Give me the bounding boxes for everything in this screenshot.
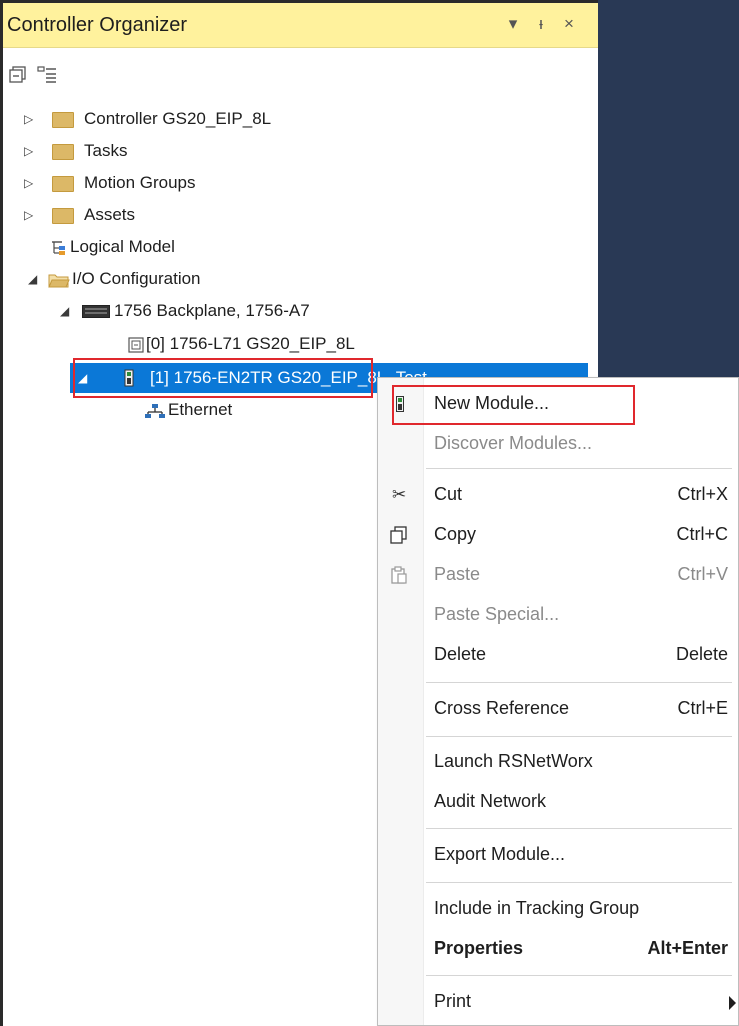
context-menu: New Module... Discover Modules... ✂ Cut … xyxy=(377,377,739,1026)
menu-item-launch-rsnetworx[interactable]: Launch RSNetWorx xyxy=(378,746,738,778)
menu-item-export-module[interactable]: Export Module... xyxy=(378,839,738,871)
menu-item-label: Properties xyxy=(434,938,524,958)
tree-item-label: Logical Model xyxy=(70,237,175,256)
menu-separator xyxy=(426,882,732,883)
menu-item-shortcut: Ctrl+X xyxy=(677,484,728,504)
menu-item-discover-modules[interactable]: Discover Modules... xyxy=(378,428,738,460)
menu-item-include-in-tracking-group[interactable]: Include in Tracking Group xyxy=(378,893,738,925)
menu-item-print[interactable]: Print xyxy=(378,986,738,1018)
tree-item-label: I/O Configuration xyxy=(72,269,201,288)
menu-item-properties[interactable]: Properties Alt+Enter xyxy=(378,933,738,965)
menu-item-cross-reference[interactable]: Cross Reference Ctrl+E xyxy=(378,693,738,725)
folder-icon xyxy=(52,144,74,160)
submenu-arrow-icon xyxy=(729,996,736,1010)
menu-item-shortcut: Delete xyxy=(675,644,728,664)
dropdown-icon[interactable]: ▾ xyxy=(503,14,523,34)
tree-item-label: Ethernet xyxy=(168,400,233,419)
highlight-box-new-module xyxy=(392,385,635,425)
menu-item-label: Copy xyxy=(434,524,477,544)
tree-item-label: Controller GS20_EIP_8L xyxy=(84,109,272,128)
panel-toolbar xyxy=(3,48,598,92)
menu-item-shortcut: Ctrl+C xyxy=(676,524,728,544)
cut-icon: ✂ xyxy=(392,485,407,504)
tree-item-ethernet[interactable]: Ethernet xyxy=(0,395,375,425)
menu-item-shortcut: Ctrl+V xyxy=(677,564,728,584)
expand-arrow-icon[interactable]: ▷ xyxy=(24,136,33,166)
menu-separator xyxy=(426,468,732,469)
copy-icon xyxy=(390,526,407,544)
menu-item-paste[interactable]: Paste Ctrl+V xyxy=(378,559,738,591)
logical-model-icon xyxy=(52,241,65,255)
menu-item-shortcut: Ctrl+E xyxy=(677,698,728,718)
tree-item-label: 1756 Backplane, 1756-A7 xyxy=(114,301,310,320)
menu-item-label: Export Module... xyxy=(434,844,566,864)
menu-item-label: Launch RSNetWorx xyxy=(434,751,593,771)
tree-item-controller[interactable]: ▷ Controller GS20_EIP_8L xyxy=(0,104,590,134)
menu-item-cut[interactable]: ✂ Cut Ctrl+X xyxy=(378,479,738,511)
expand-arrow-icon[interactable]: ▷ xyxy=(24,168,33,198)
tree-item-io-configuration[interactable]: ◢ I/O Configuration xyxy=(0,264,590,294)
properties-view-icon[interactable] xyxy=(37,66,57,84)
pin-icon[interactable]: ᵻ xyxy=(531,14,551,34)
panel-title: Controller Organizer xyxy=(7,14,188,36)
tree-item-tasks[interactable]: ▷ Tasks xyxy=(0,136,590,166)
panel-title-bar: Controller Organizer ▾ ᵻ × xyxy=(3,3,598,48)
menu-item-audit-network[interactable]: Audit Network xyxy=(378,786,738,818)
menu-item-label: Include in Tracking Group xyxy=(434,898,640,918)
menu-item-label: Discover Modules... xyxy=(434,433,593,453)
menu-item-label: Cut xyxy=(434,484,463,504)
tree-item-assets[interactable]: ▷ Assets xyxy=(0,200,590,230)
menu-item-label: Print xyxy=(434,991,472,1011)
tree-item-label: Motion Groups xyxy=(84,173,196,192)
menu-separator xyxy=(426,682,732,683)
menu-separator xyxy=(426,828,732,829)
menu-separator xyxy=(426,975,732,976)
folder-icon xyxy=(52,112,74,128)
collapse-arrow-icon[interactable]: ◢ xyxy=(28,264,37,294)
collapse-arrow-icon[interactable]: ◢ xyxy=(60,296,69,326)
menu-item-label: Delete xyxy=(434,644,487,664)
backplane-icon xyxy=(82,305,110,318)
tree-item-label: Assets xyxy=(84,205,136,224)
menu-item-paste-special[interactable]: Paste Special... xyxy=(378,599,738,631)
paste-icon xyxy=(391,566,407,584)
network-icon xyxy=(145,404,165,418)
menu-item-copy[interactable]: Copy Ctrl+C xyxy=(378,519,738,551)
expand-arrow-icon[interactable]: ▷ xyxy=(24,104,33,134)
tree-item-backplane[interactable]: ◢ 1756 Backplane, 1756-A7 xyxy=(0,296,590,326)
menu-item-label: Audit Network xyxy=(434,791,547,811)
menu-item-label: Paste Special... xyxy=(434,604,560,624)
folder-open-icon xyxy=(48,274,70,288)
tree-item-slot-0-controller[interactable]: [0] 1756-L71 GS20_EIP_8L xyxy=(0,329,590,359)
folder-icon xyxy=(52,208,74,224)
expand-arrow-icon[interactable]: ▷ xyxy=(24,200,33,230)
collapse-all-icon[interactable] xyxy=(9,66,27,84)
tree-item-motion-groups[interactable]: ▷ Motion Groups xyxy=(0,168,590,198)
tree-item-label: Tasks xyxy=(84,141,128,160)
close-icon[interactable]: × xyxy=(559,14,579,34)
highlight-box-selected-module xyxy=(73,358,373,398)
folder-icon xyxy=(52,176,74,192)
controller-module-icon xyxy=(128,337,144,353)
tree-item-label: [0] 1756-L71 GS20_EIP_8L xyxy=(146,334,355,353)
menu-item-label: Cross Reference xyxy=(434,698,570,718)
tree-item-logical-model[interactable]: Logical Model xyxy=(0,232,590,262)
menu-item-shortcut: Alt+Enter xyxy=(647,938,728,958)
menu-separator xyxy=(426,736,732,737)
menu-item-delete[interactable]: Delete Delete xyxy=(378,639,738,671)
menu-item-label: Paste xyxy=(434,564,481,584)
